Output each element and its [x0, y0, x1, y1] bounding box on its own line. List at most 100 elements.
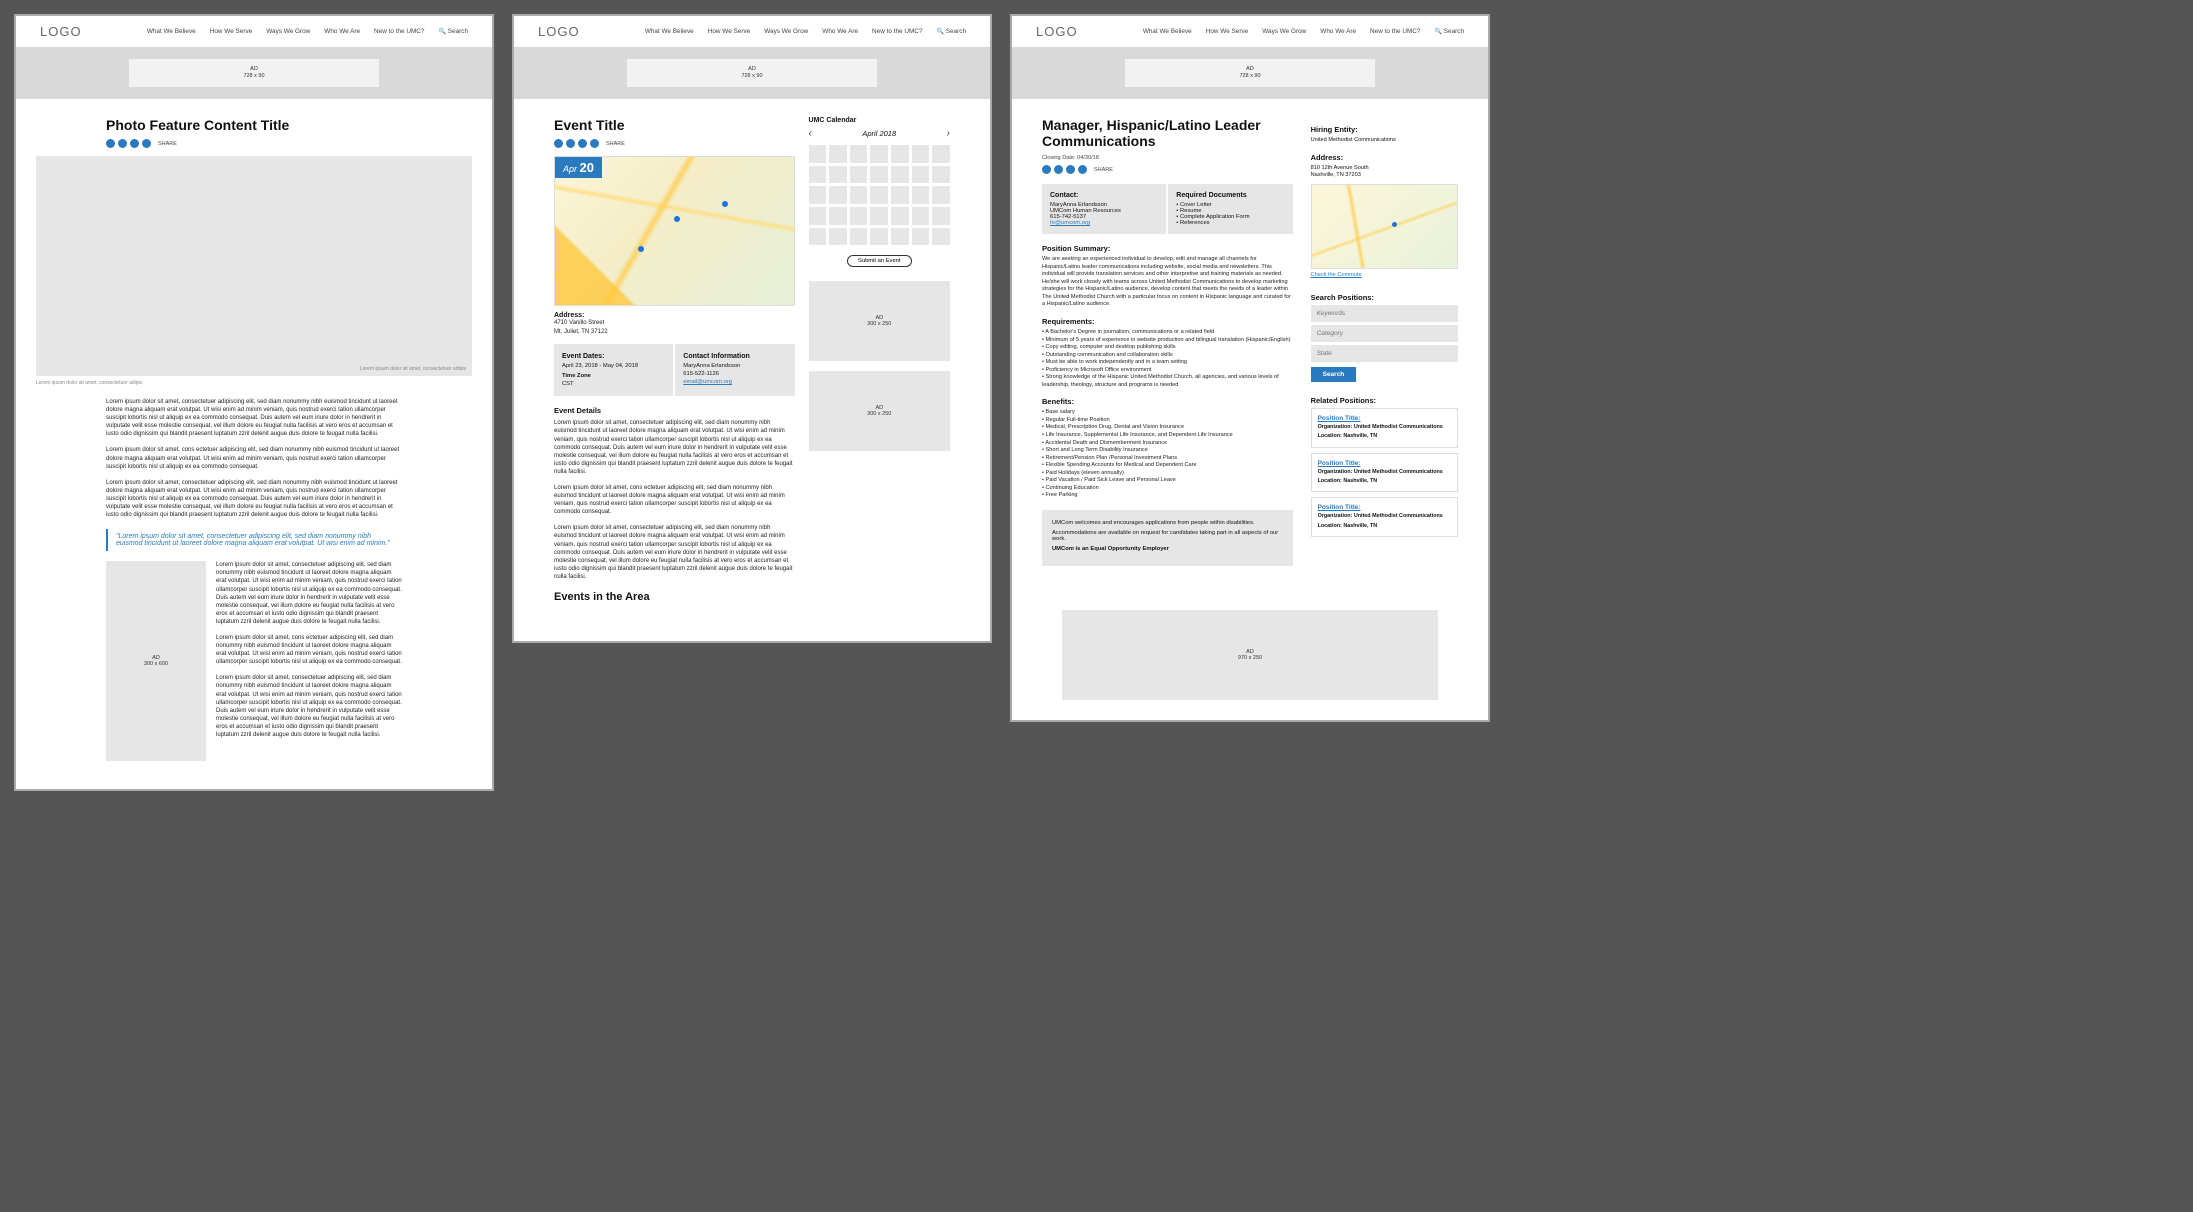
calendar-cell[interactable] — [829, 166, 847, 184]
share-icon[interactable] — [1078, 165, 1087, 174]
calendar-cell[interactable] — [932, 145, 950, 163]
calendar-cell[interactable] — [850, 145, 868, 163]
contact-email[interactable]: hr@umcom.org — [1050, 220, 1158, 226]
calendar-cell[interactable] — [829, 145, 847, 163]
nav-item[interactable]: New to the UMC? — [374, 28, 424, 35]
next-month-icon[interactable]: › — [947, 128, 950, 139]
related-position[interactable]: Position Title: Organization: United Met… — [1311, 453, 1458, 493]
calendar-cell[interactable] — [850, 207, 868, 225]
nav-item[interactable]: How We Serve — [1206, 28, 1249, 35]
search-icon: 🔍 — [936, 29, 943, 35]
calendar-cell[interactable] — [912, 228, 930, 246]
share-icon[interactable] — [142, 139, 151, 148]
share-icon[interactable] — [566, 139, 575, 148]
share-icon[interactable] — [106, 139, 115, 148]
calendar-cell[interactable] — [932, 228, 950, 246]
related-position[interactable]: Position Title: Organization: United Met… — [1311, 408, 1458, 448]
share-icon[interactable] — [130, 139, 139, 148]
calendar-cell[interactable] — [870, 166, 888, 184]
share-icon[interactable] — [578, 139, 587, 148]
calendar-cell[interactable] — [891, 207, 909, 225]
body-text: Lorem ipsum dolor sit amet, consectetuer… — [106, 479, 402, 519]
search-link[interactable]: 🔍 Search — [438, 28, 468, 35]
share-icon[interactable] — [1042, 165, 1051, 174]
nav-item[interactable]: New to the UMC? — [872, 28, 922, 35]
state-input[interactable] — [1311, 345, 1458, 362]
search-button[interactable]: Search — [1311, 367, 1357, 382]
calendar-cell[interactable] — [891, 166, 909, 184]
calendar-cell[interactable] — [829, 186, 847, 204]
category-input[interactable] — [1311, 325, 1458, 342]
calendar-cell[interactable] — [809, 166, 827, 184]
share-icon[interactable] — [1066, 165, 1075, 174]
calendar-cell[interactable] — [912, 145, 930, 163]
calendar-cell[interactable] — [912, 207, 930, 225]
calendar-cell[interactable] — [891, 228, 909, 246]
calendar-cell[interactable] — [829, 207, 847, 225]
calendar-cell[interactable] — [850, 186, 868, 204]
calendar-cell[interactable] — [809, 207, 827, 225]
contact-email[interactable]: email@umcom.org — [683, 378, 786, 386]
keywords-input[interactable] — [1311, 305, 1458, 322]
calendar-cell[interactable] — [809, 186, 827, 204]
nav-item[interactable]: Ways We Grow — [764, 28, 808, 35]
submit-event-button[interactable]: Submit an Event — [847, 255, 912, 267]
nav-item[interactable]: Ways We Grow — [266, 28, 310, 35]
nav-item[interactable]: New to the UMC? — [1370, 28, 1420, 35]
related-title[interactable]: Position Title: — [1318, 460, 1361, 467]
area-heading: Events in the Area — [554, 591, 795, 603]
map-pin-icon — [638, 246, 644, 252]
req-item: Outstanding communication and collaborat… — [1042, 352, 1293, 360]
share-icon[interactable] — [554, 139, 563, 148]
related-title[interactable]: Position Title: — [1318, 415, 1361, 422]
ad-sidebar[interactable]: AD 300 x 600 — [106, 561, 206, 761]
calendar-cell[interactable] — [912, 186, 930, 204]
nav-item[interactable]: How We Serve — [708, 28, 751, 35]
calendar-cell[interactable] — [932, 166, 950, 184]
share-icon[interactable] — [590, 139, 599, 148]
ad-banner[interactable]: AD 728 x 90 — [627, 59, 877, 87]
ad-side[interactable]: AD 300 x 250 — [809, 281, 950, 361]
related-position[interactable]: Position Title: Organization: United Met… — [1311, 497, 1458, 537]
ad-large[interactable]: AD 970 x 250 — [1062, 610, 1438, 700]
job-map[interactable] — [1311, 184, 1458, 269]
nav-item[interactable]: Who We Are — [822, 28, 858, 35]
calendar-cell[interactable] — [870, 207, 888, 225]
share-icon[interactable] — [1054, 165, 1063, 174]
ad-side[interactable]: AD 300 x 250 — [809, 371, 950, 451]
ad-banner[interactable]: AD 728 x 90 — [129, 59, 379, 87]
nav-item[interactable]: Who We Are — [324, 28, 360, 35]
logo[interactable]: LOGO — [40, 24, 82, 39]
calendar-cell[interactable] — [891, 186, 909, 204]
share-icon[interactable] — [118, 139, 127, 148]
nav-item[interactable]: Ways We Grow — [1262, 28, 1306, 35]
calendar-cell[interactable] — [870, 145, 888, 163]
calendar-cell[interactable] — [850, 166, 868, 184]
nav-item[interactable]: Who We Are — [1320, 28, 1356, 35]
ad-banner[interactable]: AD 728 x 90 — [1125, 59, 1375, 87]
nav-item[interactable]: How We Serve — [210, 28, 253, 35]
calendar-cell[interactable] — [809, 228, 827, 246]
calendar-cell[interactable] — [809, 145, 827, 163]
nav-item[interactable]: What We Believe — [1143, 28, 1192, 35]
calendar-cell[interactable] — [912, 166, 930, 184]
search-link[interactable]: 🔍 Search — [936, 28, 966, 35]
calendar-cell[interactable] — [870, 228, 888, 246]
prev-month-icon[interactable]: ‹ — [809, 128, 812, 139]
calendar-cell[interactable] — [870, 186, 888, 204]
calendar-cell[interactable] — [829, 228, 847, 246]
event-map[interactable]: Apr 20 — [554, 156, 795, 306]
logo[interactable]: LOGO — [538, 24, 580, 39]
calendar-cell[interactable] — [850, 228, 868, 246]
commute-link[interactable]: Check the Commute — [1311, 272, 1458, 280]
search-link[interactable]: 🔍 Search — [1434, 28, 1464, 35]
calendar-cell[interactable] — [932, 186, 950, 204]
nav-item[interactable]: What We Believe — [645, 28, 694, 35]
ben-item: Retirement/Pension Plan /Personal Invest… — [1042, 455, 1293, 463]
logo[interactable]: LOGO — [1036, 24, 1078, 39]
top-nav: LOGO What We Believe How We Serve Ways W… — [514, 16, 990, 47]
related-title[interactable]: Position Title: — [1318, 504, 1361, 511]
calendar-cell[interactable] — [932, 207, 950, 225]
nav-item[interactable]: What We Believe — [147, 28, 196, 35]
calendar-cell[interactable] — [891, 145, 909, 163]
